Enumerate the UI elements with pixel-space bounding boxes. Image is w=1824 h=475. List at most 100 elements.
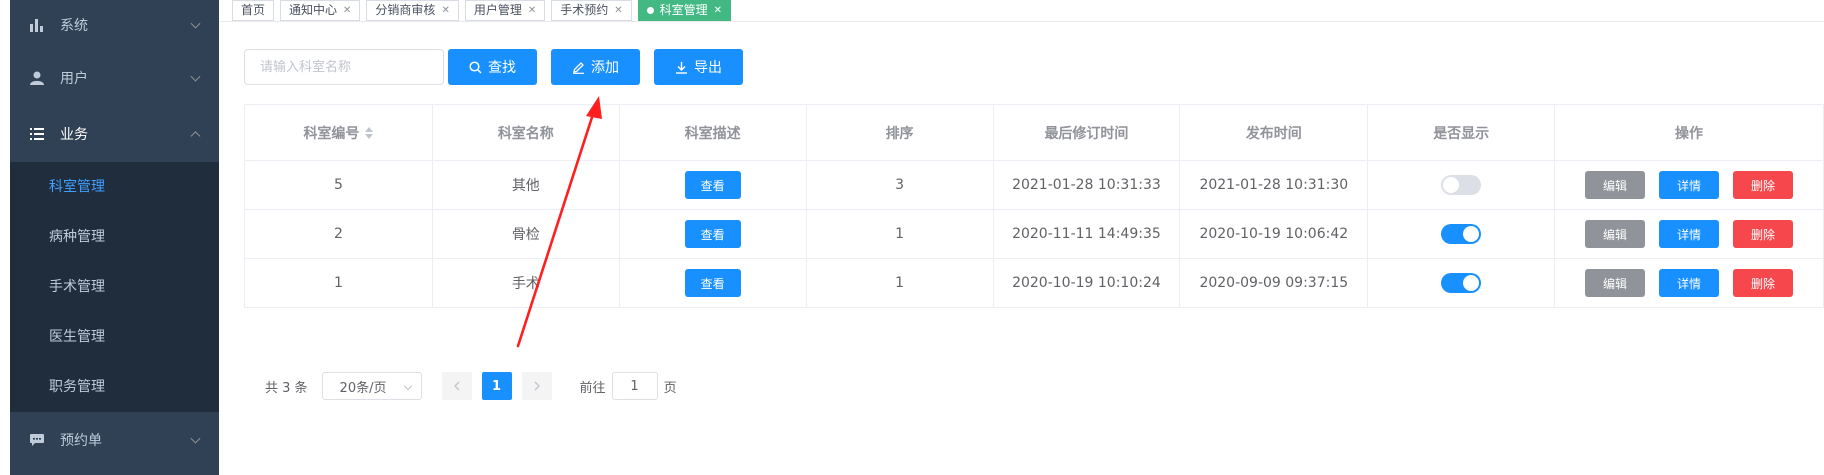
edit-button[interactable]: 编辑 [1585, 269, 1646, 297]
table-header: 科室编号 科室名称 科室描述 排序 最后修订时间 发布时间 是否显示 操作 [245, 105, 1824, 161]
sidebar-item-business[interactable]: 业务 [10, 106, 219, 162]
close-icon[interactable]: ✕ [714, 1, 722, 20]
sidebar-item-appointment[interactable]: 预约单 [10, 412, 219, 468]
table-row: 5 其他 查看 3 2021-01-28 10:31:33 2021-01-28… [245, 161, 1824, 210]
header-label: 科室编号 [303, 125, 360, 142]
edit-button[interactable]: 编辑 [1585, 171, 1646, 199]
add-button[interactable]: 添加 [551, 49, 640, 85]
prev-page-button[interactable] [441, 372, 472, 400]
header-label: 最后修订时间 [1044, 125, 1129, 142]
view-button[interactable]: 查看 [684, 220, 741, 248]
search-button-label: 查找 [488, 60, 516, 76]
edit-icon [573, 61, 584, 74]
goto-page-input[interactable] [611, 372, 658, 400]
sidebar-subitem-surgery[interactable]: 手术管理 [10, 262, 219, 312]
sidebar-item-label: 业务 [60, 127, 88, 143]
business-submenu: 科室管理 病种管理 手术管理 医生管理 职务管理 [10, 162, 219, 412]
cell-actions: 编辑 详情 删除 [1555, 259, 1824, 307]
visible-toggle[interactable] [1441, 224, 1482, 244]
page-suffix: 页 [663, 380, 677, 396]
page-size-value: 20条/页 [339, 380, 387, 396]
close-icon[interactable]: ✕ [528, 1, 536, 20]
header-label: 是否显示 [1433, 125, 1490, 142]
page-size-select[interactable]: 20条/页 [321, 372, 422, 400]
tag-surgery-appointment[interactable]: 手术预约 ✕ [551, 0, 632, 21]
header-cell-actions: 操作 [1555, 105, 1824, 160]
cell-updated: 2020-10-19 10:10:24 [994, 259, 1181, 307]
app: 系统 用户 业务 科室管理 病种管理 手术管理 医生管理 职务管理 预约单 首页… [0, 0, 1824, 475]
cell-id: 1 [245, 259, 433, 307]
sidebar-subitem-position[interactable]: 职务管理 [10, 362, 219, 412]
sidebar-subitem-doctor[interactable]: 医生管理 [10, 312, 219, 362]
header-label: 排序 [885, 125, 914, 142]
active-dot-icon [646, 7, 654, 14]
cell-description: 查看 [620, 210, 807, 258]
view-button[interactable]: 查看 [684, 171, 741, 199]
tag-user-management[interactable]: 用户管理 ✕ [464, 0, 546, 21]
close-icon[interactable]: ✕ [441, 1, 449, 20]
chevron-down-icon [190, 18, 201, 29]
header-cell-visible: 是否显示 [1368, 105, 1556, 160]
chevron-down-icon [403, 381, 412, 391]
chevron-up-icon [190, 131, 201, 142]
table-row: 2 骨检 查看 1 2020-11-11 14:49:35 2020-10-19… [245, 210, 1824, 259]
sidebar-subitem-department[interactable]: 科室管理 [10, 162, 219, 212]
chevron-down-icon [190, 71, 201, 82]
close-icon[interactable]: ✕ [343, 1, 351, 20]
sidebar-subitem-disease[interactable]: 病种管理 [10, 212, 219, 262]
tag-home[interactable]: 首页 [232, 0, 275, 21]
detail-button[interactable]: 详情 [1659, 171, 1720, 199]
header-cell-id[interactable]: 科室编号 [245, 105, 433, 160]
tag-notice[interactable]: 通知中心 ✕ [280, 0, 361, 21]
view-button[interactable]: 查看 [684, 269, 741, 297]
detail-button[interactable]: 详情 [1659, 269, 1720, 297]
pagination-total: 共 3 条 [265, 380, 308, 396]
tags-divider [219, 21, 1824, 22]
edit-button[interactable]: 编辑 [1585, 220, 1646, 248]
header-label: 科室名称 [497, 125, 554, 142]
close-icon[interactable]: ✕ [614, 1, 622, 20]
visible-toggle[interactable] [1441, 175, 1482, 195]
sort-icon[interactable] [365, 126, 374, 139]
delete-button[interactable]: 删除 [1733, 269, 1794, 297]
header-cell-published: 发布时间 [1180, 105, 1369, 160]
tag-label: 通知中心 [289, 3, 338, 17]
detail-button[interactable]: 详情 [1659, 220, 1720, 248]
cell-sort: 1 [807, 259, 994, 307]
list-icon [28, 125, 46, 143]
search-icon [469, 60, 482, 74]
toggle-knob [1463, 226, 1480, 242]
header-cell-updated: 最后修订时间 [994, 105, 1181, 160]
delete-button[interactable]: 删除 [1733, 220, 1794, 248]
sidebar-item-label: 预约单 [60, 433, 102, 449]
cell-visible [1368, 161, 1556, 209]
cell-sort: 1 [807, 210, 994, 258]
export-button[interactable]: 导出 [654, 49, 743, 85]
search-button[interactable]: 查找 [448, 49, 537, 85]
tag-label: 分销商审核 [375, 3, 436, 17]
tag-department-management[interactable]: 科室管理 ✕ [637, 0, 732, 21]
sidebar-item-system[interactable]: 系统 [10, 0, 219, 50]
visible-toggle[interactable] [1441, 273, 1482, 293]
goto-label: 前往 [579, 380, 606, 396]
tag-label: 科室管理 [659, 3, 708, 17]
next-page-button[interactable] [521, 372, 552, 400]
tag-distributor[interactable]: 分销商审核 ✕ [366, 0, 459, 21]
cell-sort: 3 [807, 161, 994, 209]
cell-description: 查看 [620, 161, 807, 209]
department-search-input[interactable] [244, 49, 444, 85]
cell-updated: 2021-01-28 10:31:33 [994, 161, 1181, 209]
left-strip [0, 0, 10, 475]
header-cell-name: 科室名称 [433, 105, 620, 160]
department-table: 科室编号 科室名称 科室描述 排序 最后修订时间 发布时间 是否显示 操作 5 … [244, 104, 1824, 308]
user-icon [28, 69, 46, 87]
download-icon [676, 61, 687, 74]
add-button-label: 添加 [591, 60, 619, 76]
delete-button[interactable]: 删除 [1733, 171, 1794, 199]
sidebar-item-user[interactable]: 用户 [10, 50, 219, 106]
cell-published: 2020-09-09 09:37:15 [1180, 259, 1369, 307]
cell-visible [1368, 210, 1556, 258]
cell-updated: 2020-11-11 14:49:35 [994, 210, 1181, 258]
cell-description: 查看 [620, 259, 807, 307]
page-number-current[interactable]: 1 [481, 372, 512, 400]
